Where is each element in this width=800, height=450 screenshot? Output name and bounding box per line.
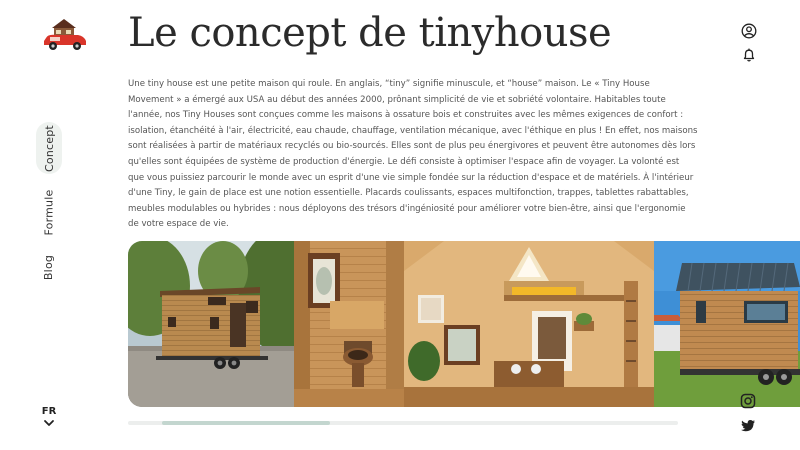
gallery-photo[interactable] bbox=[654, 241, 800, 407]
bell-icon bbox=[743, 48, 755, 62]
user-icon[interactable] bbox=[741, 23, 757, 39]
language-selector[interactable]: FR bbox=[40, 406, 58, 428]
nav-item-label: Blog bbox=[42, 254, 56, 280]
twitter-link[interactable] bbox=[740, 418, 756, 434]
language-label: FR bbox=[41, 406, 57, 417]
tiny-house-loft-interior-photo bbox=[404, 241, 654, 407]
nav-item-concept[interactable]: Concept bbox=[36, 122, 62, 174]
nav-item-label: Concept bbox=[42, 124, 56, 172]
gallery-photo[interactable] bbox=[128, 241, 294, 407]
gallery-photo[interactable] bbox=[294, 241, 404, 407]
concept-paragraph: Une tiny house est une petite maison qui… bbox=[128, 79, 698, 230]
user-circle-icon bbox=[741, 23, 757, 39]
tiny-house-bathroom-interior-photo bbox=[294, 241, 404, 407]
photo-gallery[interactable] bbox=[128, 241, 800, 407]
tiny-house-car-logo-icon bbox=[44, 19, 86, 50]
gallery-scrollbar[interactable] bbox=[128, 421, 678, 425]
tinyhouse-logo[interactable] bbox=[40, 16, 90, 54]
nav-item-blog[interactable]: Blog bbox=[36, 250, 62, 284]
gallery-scrollbar-thumb[interactable] bbox=[162, 421, 330, 425]
chevron-down-icon bbox=[44, 420, 54, 426]
wooden-tiny-house-on-trailer-photo bbox=[128, 241, 294, 407]
nav-item-label: Formule bbox=[42, 189, 56, 235]
twitter-icon bbox=[741, 420, 755, 432]
gallery-photo[interactable] bbox=[404, 241, 654, 407]
tiny-house-metal-roof-exterior-photo bbox=[654, 241, 800, 407]
notifications-button[interactable] bbox=[741, 47, 757, 63]
nav-item-formule[interactable]: Formule bbox=[36, 186, 62, 238]
instagram-link[interactable] bbox=[740, 393, 756, 409]
instagram-icon bbox=[740, 393, 756, 409]
page-title: Le concept de tinyhouse bbox=[128, 10, 612, 56]
